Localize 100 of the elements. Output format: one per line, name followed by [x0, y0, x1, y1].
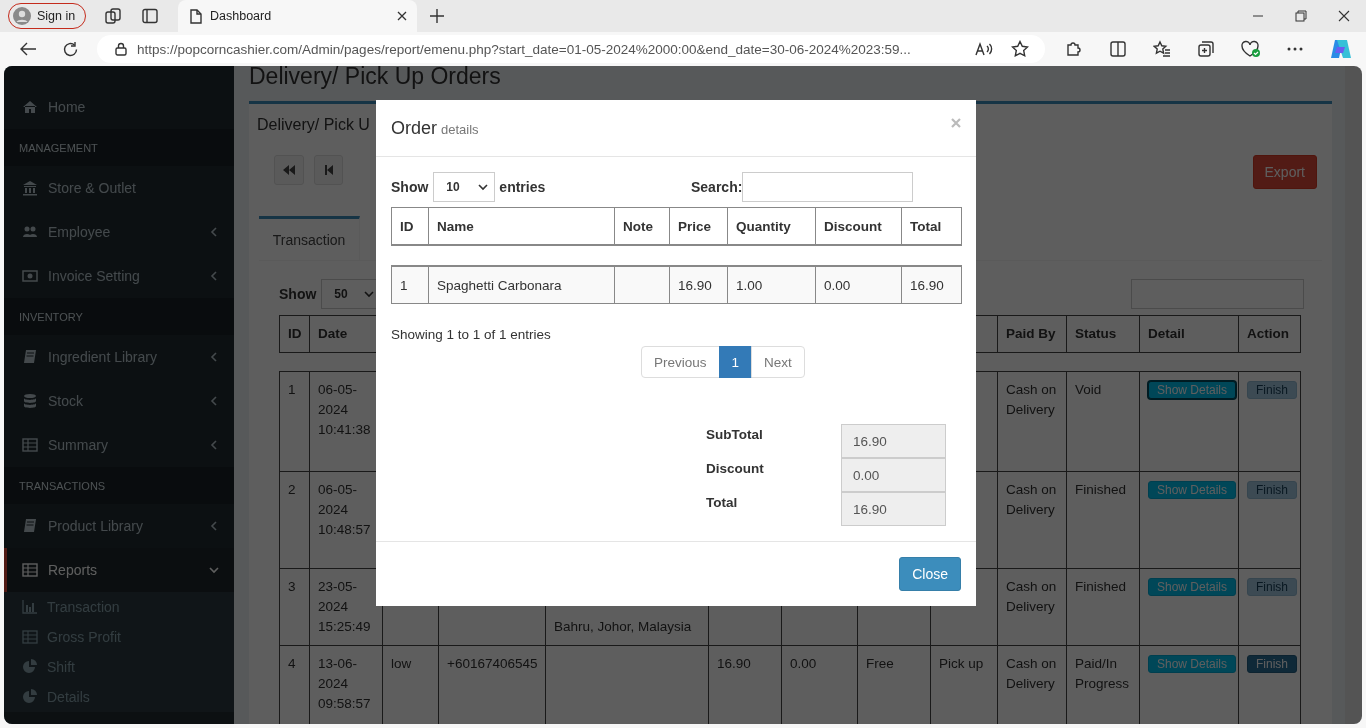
- banknote-icon: [22, 268, 38, 284]
- chevron-left-icon: [209, 271, 219, 281]
- dialog-subtitle: details: [441, 122, 479, 137]
- column-header: Quantity: [727, 207, 816, 245]
- pagination-button[interactable]: Next: [751, 346, 805, 378]
- column-header: Paid By: [997, 315, 1067, 353]
- table-cell: 16.90: [669, 266, 728, 304]
- table-cell: 4: [279, 645, 310, 724]
- copilot-icon[interactable]: [1329, 39, 1351, 59]
- close-icon[interactable]: [397, 11, 407, 21]
- column-header: Note: [614, 207, 670, 245]
- column-header: Total: [901, 207, 962, 245]
- pie-chart-icon: [22, 659, 38, 675]
- column-header: Name: [428, 207, 615, 245]
- table-cell: 3: [279, 568, 310, 646]
- table-cell: Void: [1066, 371, 1140, 472]
- table-cell: 0.00: [815, 266, 902, 304]
- avatar-icon: [13, 7, 31, 25]
- more-icon[interactable]: [1287, 47, 1303, 51]
- first-page-button[interactable]: [274, 155, 304, 185]
- table-cell: 1: [279, 371, 310, 472]
- chevron-left-icon: [209, 521, 219, 531]
- address-bar[interactable]: https://popcorncashier.com/Admin/pages/report/emenu.php?start_date=01-05-2024%2000:00&end_date=30-06-2024%2023:59...: [97, 35, 1045, 63]
- caret-icon: [364, 290, 375, 298]
- show-label: Show: [279, 286, 317, 302]
- table-info: Showing 1 to 1 of 1 entries: [391, 326, 552, 344]
- lock-icon: [115, 42, 127, 56]
- puzzle-icon[interactable]: [1065, 40, 1083, 58]
- column-header: Status: [1066, 315, 1140, 353]
- page-icon: [190, 8, 202, 24]
- fast-backward-icon: [282, 164, 296, 176]
- scrollbar[interactable]: [1345, 66, 1362, 724]
- show-details-button[interactable]: Show Details: [1148, 655, 1237, 673]
- show-details-button[interactable]: Show Details: [1148, 481, 1237, 499]
- close-button[interactable]: Close: [899, 557, 961, 591]
- show-details-button[interactable]: Show Details: [1148, 381, 1237, 399]
- total-field[interactable]: 0.00: [841, 458, 946, 492]
- users-icon: [22, 224, 38, 240]
- table-cell: 1: [391, 266, 429, 304]
- pagination-button[interactable]: 1: [718, 346, 753, 378]
- finish-button[interactable]: Finish: [1247, 655, 1297, 673]
- total-field[interactable]: 16.90: [841, 424, 946, 458]
- column-header: ID: [279, 315, 310, 353]
- home-icon: [22, 99, 38, 115]
- previous-page-button[interactable]: [314, 155, 343, 185]
- column-header: Price: [669, 207, 728, 245]
- show-details-button[interactable]: Show Details: [1148, 578, 1237, 596]
- heart-icon[interactable]: [1241, 40, 1261, 58]
- total-label: Discount: [706, 460, 765, 478]
- box-title: Delivery/ Pick U: [257, 115, 370, 135]
- tab-title: Dashboard: [210, 9, 273, 23]
- pagination-button[interactable]: Previous: [641, 346, 720, 378]
- section-header: TRANSACTIONS: [4, 467, 234, 504]
- browser-tab[interactable]: Dashboard: [178, 0, 417, 32]
- search-label: Search:: [691, 179, 743, 195]
- table-cell: Finished: [1066, 471, 1140, 569]
- table-cell: Cash on Delivery: [997, 371, 1067, 472]
- chevron-down-icon: [209, 565, 219, 575]
- workspaces-icon[interactable]: [104, 7, 122, 25]
- tab[interactable]: Transaction: [259, 216, 360, 260]
- chevron-left-icon: [209, 227, 219, 237]
- table-cell: 2: [279, 471, 310, 569]
- step-backward-icon: [323, 164, 334, 176]
- export-button[interactable]: Export: [1252, 155, 1317, 189]
- column-header: Detail: [1139, 315, 1239, 353]
- table-cell: Finished: [1066, 568, 1140, 646]
- table-cell: Cash on Delivery: [997, 471, 1067, 569]
- page-size-select[interactable]: 10: [433, 172, 496, 202]
- total-field[interactable]: 16.90: [841, 492, 946, 526]
- book-icon: [22, 518, 38, 534]
- back-icon[interactable]: [19, 41, 37, 57]
- table-cell: 1.00: [727, 266, 816, 304]
- column-header: Action: [1238, 315, 1301, 353]
- sign-in-button[interactable]: Sign in: [8, 3, 86, 29]
- total-label: SubTotal: [706, 426, 764, 444]
- page-heading: Delivery/ Pick Up Orders: [249, 66, 502, 89]
- bar-chart-icon: [22, 599, 38, 615]
- collections-icon[interactable]: [1197, 40, 1215, 58]
- star-icon[interactable]: [1011, 40, 1029, 58]
- read-aloud-icon[interactable]: [975, 41, 993, 57]
- search-field[interactable]: [742, 172, 914, 202]
- column-header: ID: [391, 207, 429, 245]
- tab-actions-icon[interactable]: [142, 8, 158, 24]
- column-header: Discount: [815, 207, 902, 245]
- chevron-left-icon: [209, 396, 219, 406]
- chevron-left-icon: [209, 352, 219, 362]
- database-icon: [22, 393, 38, 409]
- book-icon: [22, 349, 38, 365]
- pie-chart-icon: [22, 689, 38, 705]
- section-header: MANAGEMENT: [4, 129, 234, 166]
- split-screen-icon[interactable]: [1109, 40, 1127, 58]
- table-icon: [22, 437, 38, 453]
- restore-icon[interactable]: [1295, 10, 1307, 22]
- table-cell: Spaghetti Carbonara: [428, 266, 615, 304]
- table-icon: [22, 562, 38, 578]
- refresh-icon[interactable]: [62, 40, 79, 58]
- table-icon: [22, 629, 38, 645]
- favorites-icon[interactable]: [1153, 40, 1171, 58]
- new-tab-icon[interactable]: [430, 9, 444, 23]
- close-icon[interactable]: [1338, 10, 1350, 22]
